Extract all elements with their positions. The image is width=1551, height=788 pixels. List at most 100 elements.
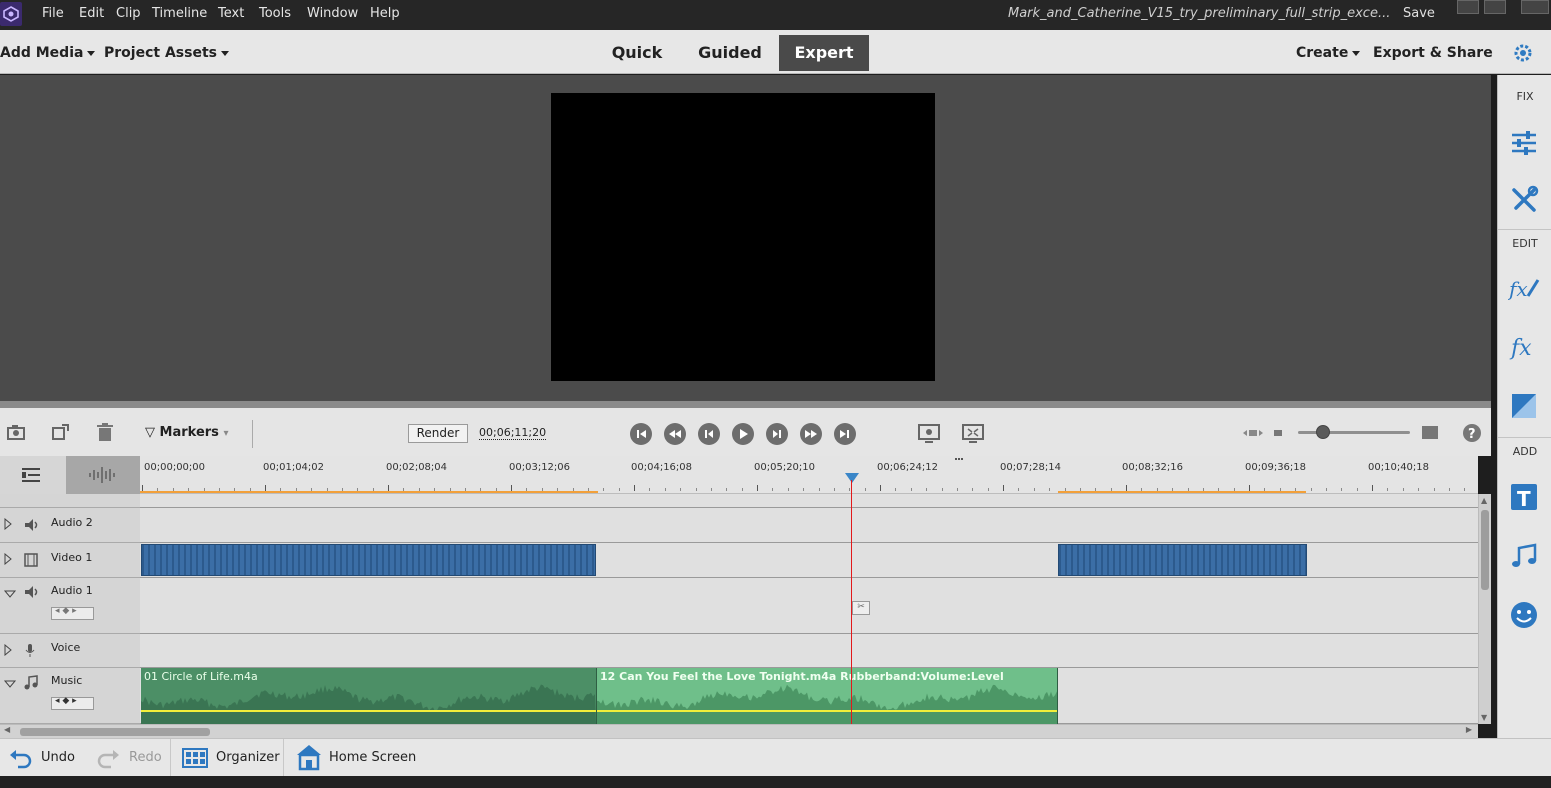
horizontal-scroll-thumb[interactable] <box>20 728 210 736</box>
track-list-toggle[interactable] <box>0 456 66 494</box>
ruler-label: 00;06;24;12 <box>877 462 939 473</box>
step-back-button[interactable] <box>698 423 720 445</box>
scroll-right-icon[interactable]: ▶ <box>1466 725 1472 734</box>
keyframe-controls[interactable]: ◂ ◆ ▸ <box>51 606 94 620</box>
markers-menu[interactable]: ▽ Markers ▾ <box>145 425 228 440</box>
maximize-button[interactable] <box>1484 0 1506 14</box>
adjust-sliders-icon[interactable] <box>1508 126 1540 158</box>
audio-waveform-toggle[interactable] <box>66 456 140 494</box>
ruler-tick <box>1402 488 1404 491</box>
music-icon[interactable] <box>1508 540 1540 572</box>
next-edit-button[interactable] <box>800 423 822 445</box>
ruler-tick <box>710 488 712 491</box>
menu-text[interactable]: Text <box>218 6 244 21</box>
menu-tools[interactable]: Tools <box>259 6 291 21</box>
film-strip-icon[interactable] <box>24 553 38 570</box>
help-icon[interactable]: ? <box>1462 423 1482 443</box>
ruler-tick <box>1372 485 1373 491</box>
timeline-ruler[interactable]: 00;00;00;00 00;01;04;02 00;02;08;04 00;0… <box>140 456 1478 494</box>
zoom-slider-thumb[interactable] <box>1315 425 1330 439</box>
speaker-icon[interactable] <box>24 585 40 602</box>
create-menu[interactable]: Create <box>1296 45 1361 61</box>
tab-guided[interactable]: Guided <box>692 35 768 71</box>
video-clip[interactable] <box>1058 544 1307 576</box>
track-body-audio-1[interactable]: ✂ <box>140 578 1478 634</box>
audio-clip-circle-of-life[interactable]: 01 Circle of Life.m4a <box>141 668 596 724</box>
menu-clip[interactable]: Clip <box>116 6 141 21</box>
scroll-up-icon[interactable]: ▲ <box>1481 496 1487 505</box>
fix-section-label: FIX <box>1516 90 1534 103</box>
fx-edit-icon[interactable]: fx <box>1508 272 1540 304</box>
vertical-scrollbar[interactable]: ▲ ▼ <box>1478 494 1491 724</box>
scroll-left-icon[interactable]: ◀ <box>4 725 10 734</box>
menu-edit[interactable]: Edit <box>79 6 104 21</box>
fit-timeline-icon[interactable] <box>1243 427 1263 439</box>
ruler-tick <box>1356 488 1358 491</box>
tab-quick[interactable]: Quick <box>604 35 670 71</box>
play-button[interactable] <box>732 423 754 445</box>
expand-triangle-icon[interactable] <box>4 552 12 568</box>
go-to-start-button[interactable] <box>630 423 652 445</box>
tab-expert[interactable]: Expert <box>779 35 869 71</box>
titles-icon[interactable]: T <box>1508 481 1540 513</box>
audio-waveform <box>141 684 596 724</box>
speaker-icon[interactable] <box>24 518 40 535</box>
rotate-clip-icon[interactable] <box>50 422 72 442</box>
playhead-handle[interactable] <box>845 473 859 483</box>
collapse-triangle-icon[interactable] <box>3 678 17 691</box>
transitions-icon[interactable] <box>1508 390 1540 422</box>
menu-help[interactable]: Help <box>370 6 400 21</box>
render-settings-icon[interactable] <box>917 423 941 445</box>
volume-rubberband[interactable] <box>141 710 596 712</box>
step-forward-button[interactable] <box>766 423 788 445</box>
go-to-end-button[interactable] <box>834 423 856 445</box>
track-body-music[interactable]: 01 Circle of Life.m4a 12 Can You Feel th… <box>140 668 1478 724</box>
expand-triangle-icon[interactable] <box>4 643 12 659</box>
track-header-video-1: Video 1 <box>0 543 140 578</box>
track-body-audio-2[interactable] <box>140 508 1478 543</box>
zoom-in-icon[interactable] <box>1421 425 1439 441</box>
ruler-tick <box>1003 485 1004 491</box>
organizer-label: Organizer <box>216 750 280 765</box>
scroll-down-icon[interactable]: ▼ <box>1481 713 1487 722</box>
video-clip[interactable] <box>141 544 596 576</box>
scissors-icon[interactable]: ✂ <box>852 601 870 615</box>
panel-resize-handle[interactable] <box>0 401 1491 408</box>
close-button[interactable] <box>1521 0 1549 14</box>
gear-icon[interactable] <box>1512 42 1534 64</box>
expand-triangle-icon[interactable] <box>4 517 12 533</box>
track-body-video-1[interactable] <box>140 543 1478 578</box>
keyframe-controls[interactable]: ◂ ◆ ▸ <box>51 696 94 710</box>
audio-clip-can-you-feel-the-love-tonight[interactable]: 12 Can You Feel the Love Tonight.m4a Rub… <box>596 668 1058 724</box>
playhead-line[interactable] <box>851 480 852 724</box>
microphone-icon[interactable] <box>24 643 36 661</box>
collapse-triangle-icon[interactable] <box>3 588 17 601</box>
fx-icon[interactable]: fx <box>1508 331 1540 363</box>
project-assets-menu[interactable]: Project Assets <box>104 45 229 61</box>
minimize-button[interactable] <box>1457 0 1479 14</box>
mode-bar: Add Media Project Assets Quick Guided Ex… <box>0 30 1551 74</box>
zoom-out-icon[interactable] <box>1273 428 1283 438</box>
export-share-menu[interactable]: Export & Share <box>1373 45 1493 61</box>
fullscreen-preview-icon[interactable] <box>961 423 985 445</box>
camera-icon[interactable] <box>6 422 28 442</box>
zoom-slider-track[interactable] <box>1298 431 1410 434</box>
menu-window[interactable]: Window <box>307 6 358 21</box>
graphics-icon[interactable] <box>1508 599 1540 631</box>
previous-edit-button[interactable] <box>664 423 686 445</box>
vertical-scroll-thumb[interactable] <box>1481 510 1489 590</box>
render-button[interactable]: Render <box>408 424 468 443</box>
trash-icon[interactable] <box>95 422 115 442</box>
horizontal-scrollbar[interactable]: ◀ ▶ <box>0 724 1478 738</box>
add-media-menu[interactable]: Add Media <box>0 45 96 61</box>
track-body-voice[interactable] <box>140 634 1478 668</box>
ruler-label: 00;09;36;18 <box>1245 462 1307 473</box>
menu-file[interactable]: File <box>42 6 64 21</box>
save-button[interactable]: Save <box>1403 6 1435 21</box>
tools-icon[interactable] <box>1508 184 1540 216</box>
menu-timeline[interactable]: Timeline <box>152 6 207 21</box>
current-timecode[interactable]: 00;06;11;20 <box>479 426 547 440</box>
preview-screen[interactable] <box>551 93 935 381</box>
music-note-icon[interactable] <box>24 675 38 693</box>
volume-rubberband[interactable] <box>597 710 1057 712</box>
